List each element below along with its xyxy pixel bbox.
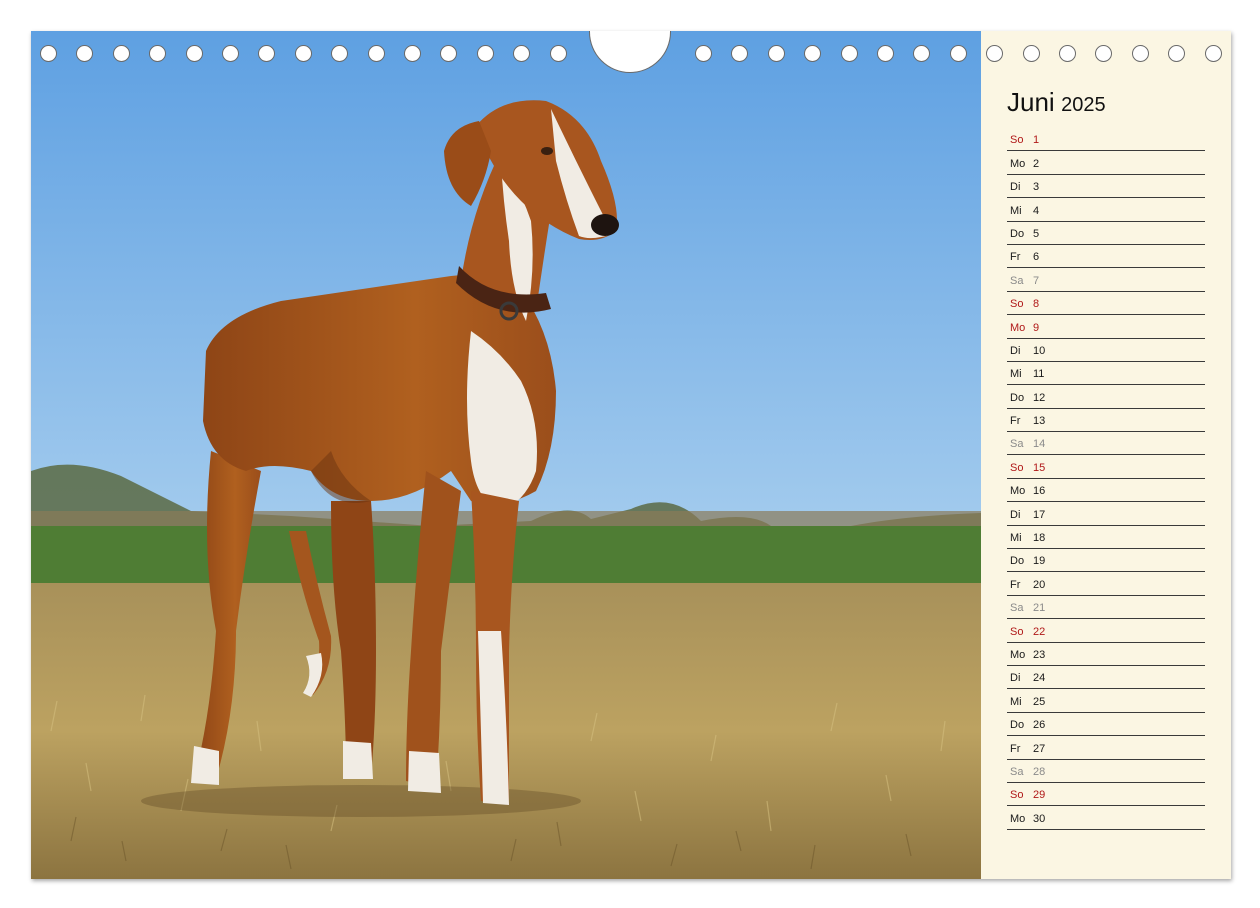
weekday-label: Mi <box>1010 204 1022 217</box>
weekday-label: Do <box>1010 391 1025 404</box>
day-number: 3 <box>1033 181 1040 194</box>
month-title: Juni 2025 <box>1007 87 1106 118</box>
weekday-label: Do <box>1010 227 1025 240</box>
day-number: 9 <box>1033 321 1040 334</box>
day-number: 22 <box>1033 625 1046 638</box>
day-number: 14 <box>1033 438 1046 451</box>
day-number: 10 <box>1033 344 1046 357</box>
day-row: So 29 <box>1007 783 1205 807</box>
month-name: Juni <box>1007 87 1055 117</box>
weekday-label: Mi <box>1010 532 1022 545</box>
day-number: 8 <box>1033 298 1040 311</box>
weekday-label: Di <box>1010 344 1021 357</box>
day-number: 20 <box>1033 578 1046 591</box>
weekday-label: Fr <box>1010 742 1021 755</box>
day-number: 4 <box>1033 204 1040 217</box>
day-row: Sa 28 <box>1007 760 1205 783</box>
day-row: Mo 23 <box>1007 643 1205 666</box>
day-number: 26 <box>1033 719 1046 732</box>
weekday-label: Sa <box>1010 765 1024 778</box>
day-row: Sa 7 <box>1007 268 1205 292</box>
weekday-label: Do <box>1010 719 1025 732</box>
day-row: Fr 13 <box>1007 409 1205 433</box>
weekday-label: Sa <box>1010 438 1024 451</box>
weekday-label: Fr <box>1010 578 1021 591</box>
day-number: 12 <box>1033 391 1046 404</box>
day-row: Do 26 <box>1007 713 1205 737</box>
day-number: 29 <box>1033 789 1046 802</box>
day-number: 13 <box>1033 415 1046 428</box>
day-row: So 22 <box>1007 619 1205 643</box>
weekday-label: So <box>1010 625 1024 638</box>
weekday-label: So <box>1010 789 1024 802</box>
weekday-label: Fr <box>1010 415 1021 428</box>
weekday-label: Sa <box>1010 274 1024 287</box>
day-row: Fr 20 <box>1007 572 1205 596</box>
day-row: Sa 21 <box>1007 596 1205 620</box>
weekday-label: Mi <box>1010 368 1022 381</box>
dog-shadow <box>141 785 581 817</box>
day-row: Mo 9 <box>1007 315 1205 339</box>
dog-photo <box>31 31 981 879</box>
dog-eye <box>541 147 553 155</box>
day-row: Mi 11 <box>1007 362 1205 386</box>
day-row: Di 17 <box>1007 502 1205 526</box>
weekday-label: Mi <box>1010 695 1022 708</box>
day-number: 30 <box>1033 812 1046 825</box>
day-row: Mo 16 <box>1007 479 1205 503</box>
day-list: So 1 Mo 2 Di 3 Mi 4 Do 5 Fr 6 Sa 7 So 8 Mo 9 Di 10 Mi 11 Do 12 F… <box>1007 128 1205 830</box>
day-number: 1 <box>1033 134 1040 147</box>
day-row: Mi 25 <box>1007 689 1205 713</box>
weekday-label: Do <box>1010 555 1025 568</box>
weekday-label: Mo <box>1010 321 1026 334</box>
day-row: Mi 4 <box>1007 198 1205 222</box>
day-number: 15 <box>1033 461 1046 474</box>
day-number: 6 <box>1033 251 1040 264</box>
weekday-label: Di <box>1010 672 1021 685</box>
day-row: So 15 <box>1007 455 1205 479</box>
weekday-label: Mo <box>1010 648 1026 661</box>
day-row: Di 10 <box>1007 339 1205 362</box>
day-row: Di 24 <box>1007 666 1205 690</box>
day-number: 24 <box>1033 672 1046 685</box>
day-row: Mi 18 <box>1007 526 1205 550</box>
day-number: 27 <box>1033 742 1046 755</box>
day-number: 11 <box>1033 368 1045 381</box>
calendar-sheet: Juni 2025 So 1 Mo 2 Di 3 Mi 4 Do 5 Fr 6 Sa 7 So 8 Mo 9 Di 1… <box>31 31 1231 879</box>
day-row: Sa 14 <box>1007 432 1205 456</box>
weekday-label: Mo <box>1010 485 1026 498</box>
month-year: 2025 <box>1061 94 1106 116</box>
day-row: Fr 27 <box>1007 736 1205 760</box>
weekday-label: So <box>1010 298 1024 311</box>
day-number: 5 <box>1033 227 1040 240</box>
day-number: 23 <box>1033 648 1046 661</box>
day-number: 17 <box>1033 508 1046 521</box>
weekday-label: Mo <box>1010 812 1026 825</box>
weekday-label: Di <box>1010 508 1021 521</box>
day-row: Do 19 <box>1007 549 1205 573</box>
day-number: 21 <box>1033 602 1046 615</box>
day-row: Do 5 <box>1007 222 1205 245</box>
day-number: 25 <box>1033 695 1046 708</box>
day-number: 19 <box>1033 555 1046 568</box>
day-number: 18 <box>1033 532 1046 545</box>
day-number: 7 <box>1033 274 1040 287</box>
day-row: Do 12 <box>1007 385 1205 409</box>
weekday-label: Sa <box>1010 602 1024 615</box>
day-number: 16 <box>1033 485 1046 498</box>
day-number: 28 <box>1033 765 1046 778</box>
day-number: 2 <box>1033 157 1040 170</box>
weekday-label: So <box>1010 134 1024 147</box>
weekday-label: Mo <box>1010 157 1026 170</box>
day-row: Mo 30 <box>1007 806 1205 830</box>
weekday-label: Di <box>1010 181 1021 194</box>
day-row: Mo 2 <box>1007 151 1205 175</box>
weekday-label: Fr <box>1010 251 1021 264</box>
day-row: So 8 <box>1007 292 1205 316</box>
day-row: Di 3 <box>1007 175 1205 199</box>
day-row: Fr 6 <box>1007 245 1205 269</box>
day-row: So 1 <box>1007 128 1205 152</box>
weekday-label: So <box>1010 461 1024 474</box>
dog-nose <box>591 214 619 236</box>
